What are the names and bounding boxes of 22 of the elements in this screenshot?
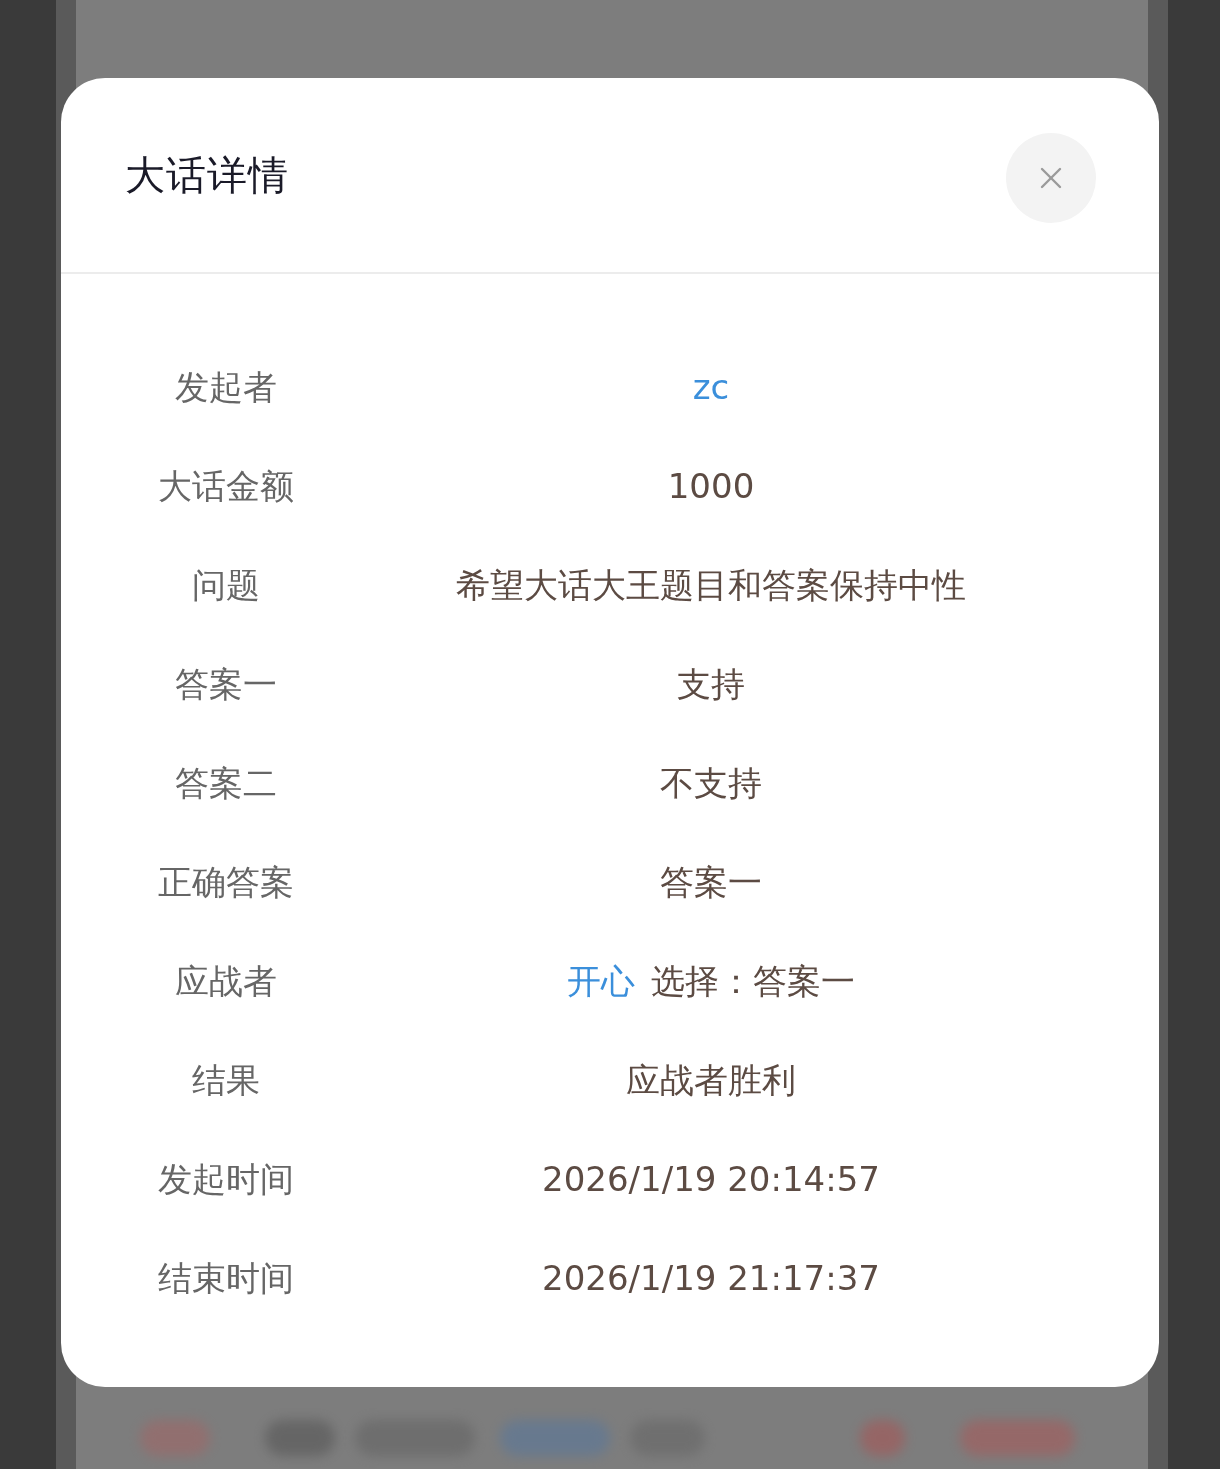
detail-value: 支持: [677, 666, 745, 701]
detail-label: 答案一: [175, 666, 277, 701]
detail-value: 1000: [667, 468, 755, 503]
detail-value: 答案一: [660, 864, 762, 899]
dialog-title: 大话详情: [125, 155, 289, 195]
detail-label: 发起时间: [158, 1161, 294, 1196]
detail-value: 应战者胜利: [626, 1062, 796, 1097]
detail-label: 问题: [192, 567, 260, 602]
detail-label: 正确答案: [158, 864, 294, 899]
detail-value: 2026/1/19 20:14:57: [542, 1161, 880, 1196]
detail-label: 结果: [192, 1062, 260, 1097]
detail-label: 应战者: [175, 963, 277, 998]
user-link[interactable]: 开心: [567, 963, 635, 998]
detail-label: 答案二: [175, 765, 277, 800]
detail-label: 发起者: [175, 369, 277, 404]
detail-label: 大话金额: [158, 468, 294, 503]
detail-value: 选择：答案一: [651, 963, 855, 998]
detail-value: 希望大话大王题目和答案保持中性: [456, 567, 966, 602]
user-link[interactable]: zc: [692, 369, 730, 404]
detail-value: 2026/1/19 21:17:37: [542, 1260, 880, 1295]
detail-value: 不支持: [660, 765, 762, 800]
detail-label: 结束时间: [158, 1260, 294, 1295]
